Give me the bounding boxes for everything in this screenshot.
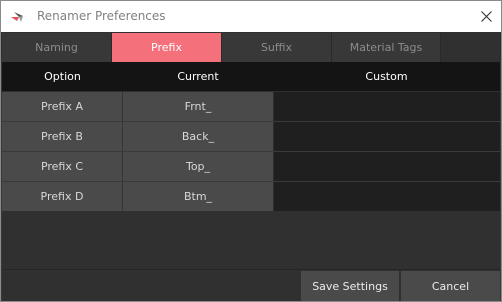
tab-material-tags[interactable]: Material Tags — [332, 33, 441, 62]
title-bar: Renamer Preferences — [1, 1, 501, 32]
tab-prefix[interactable]: Prefix — [112, 33, 222, 62]
table-header: Option Current Custom — [2, 62, 500, 91]
tab-suffix[interactable]: Suffix — [222, 33, 332, 62]
custom-prefix-input[interactable] — [273, 122, 500, 151]
prefix-table: Option Current Custom Prefix A Frnt_ Pre… — [2, 62, 500, 269]
option-cell: Prefix A — [2, 92, 123, 121]
custom-prefix-input[interactable] — [273, 182, 500, 211]
window-title: Renamer Preferences — [37, 9, 166, 23]
table-row: Prefix B Back_ — [2, 122, 500, 151]
footer-bar: Save Settings Cancel — [2, 269, 500, 301]
current-value-cell: Btm_ — [123, 182, 273, 211]
option-cell: Prefix C — [2, 152, 123, 181]
custom-prefix-input[interactable] — [273, 152, 500, 181]
header-custom: Custom — [365, 70, 408, 83]
preferences-window: Renamer Preferences Naming Prefix Suffix… — [0, 0, 502, 302]
renamer-app-icon — [11, 12, 23, 22]
table-row: Prefix D Btm_ — [2, 182, 500, 211]
current-value-cell: Frnt_ — [123, 92, 273, 121]
tab-bar: Naming Prefix Suffix Material Tags — [1, 32, 501, 62]
close-button[interactable] — [471, 1, 501, 32]
header-current: Current — [177, 70, 219, 83]
header-option: Option — [44, 70, 81, 83]
option-cell: Prefix B — [2, 122, 123, 151]
option-cell: Prefix D — [2, 182, 123, 211]
close-icon — [480, 11, 492, 22]
custom-prefix-input[interactable] — [273, 92, 500, 121]
table-row: Prefix C Top_ — [2, 152, 500, 181]
save-settings-button[interactable]: Save Settings — [301, 271, 400, 301]
table-row: Prefix A Frnt_ — [2, 92, 500, 121]
tab-naming[interactable]: Naming — [2, 33, 112, 62]
current-value-cell: Top_ — [123, 152, 273, 181]
current-value-cell: Back_ — [123, 122, 273, 151]
cancel-button[interactable]: Cancel — [401, 271, 500, 301]
